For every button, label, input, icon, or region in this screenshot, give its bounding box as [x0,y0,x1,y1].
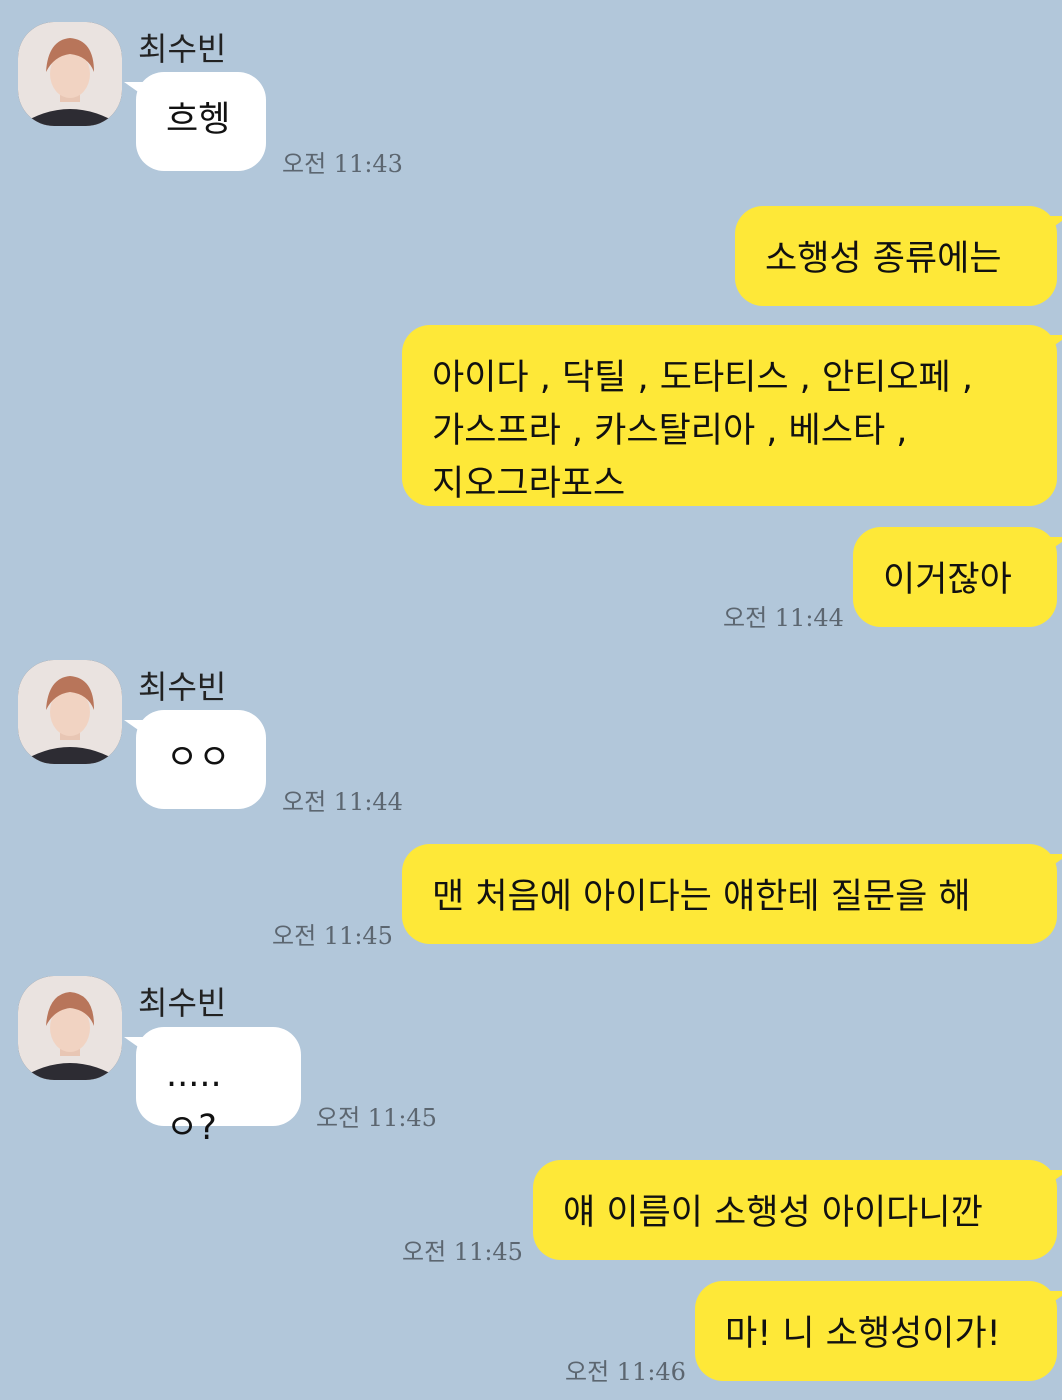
sender-name: 최수빈 [138,984,227,1022]
message-timestamp: 오전 11:45 [402,1238,523,1266]
avatar-photo-icon [18,660,122,764]
message-timestamp: 오전 11:43 [282,150,403,178]
avatar-photo-icon [18,976,122,1080]
message-bubble-outgoing[interactable]: 맨 처음에 아이다는 얘한테 질문을 해 [402,844,1062,944]
message-bubble-incoming[interactable]: .....ㅇ? [124,1027,301,1148]
avatar-photo-icon [18,22,122,126]
sender-avatar[interactable] [18,976,122,1080]
message-bubble-outgoing[interactable]: 이거잖아 [853,527,1062,627]
message-bubble-outgoing[interactable]: 마! 니 소행성이가! [695,1281,1062,1381]
sender-avatar[interactable] [18,660,122,764]
message-bubble-outgoing[interactable]: 얘 이름이 소행성 아이다니깐 [533,1160,1062,1260]
message-bubble-outgoing[interactable]: 소행성 종류에는 [735,206,1062,306]
message-timestamp: 오전 11:45 [272,922,393,950]
message-bubble-outgoing[interactable]: 아이다 , 닥틸 , 도타티스 , 안티오페 , 가스프라 , 카스탈리아 , … [402,325,1062,506]
message-bubble-incoming[interactable]: 흐헹 [124,72,266,171]
sender-name: 최수빈 [138,30,227,68]
message-bubble-incoming[interactable]: ㅇㅇ [124,710,266,809]
sender-avatar[interactable] [18,22,122,126]
message-timestamp: 오전 11:44 [723,604,844,632]
message-timestamp: 오전 11:45 [316,1104,437,1132]
message-timestamp: 오전 11:44 [282,788,403,816]
message-timestamp: 오전 11:46 [565,1358,686,1386]
sender-name: 최수빈 [138,668,227,706]
